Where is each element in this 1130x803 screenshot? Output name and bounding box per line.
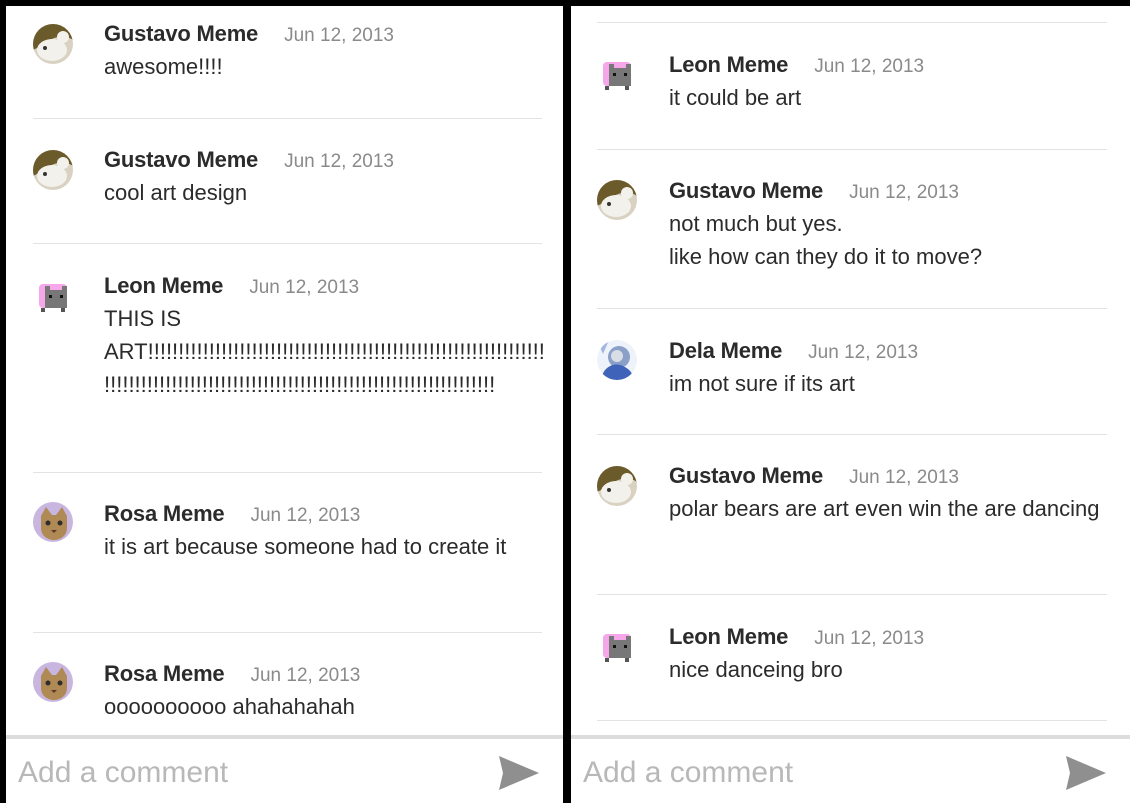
send-icon: [1066, 756, 1106, 790]
polar-bear-avatar[interactable]: [33, 24, 73, 64]
comment-date: Jun 12, 2013: [808, 342, 919, 363]
comment-divider: [33, 118, 542, 119]
polar-bear-avatar[interactable]: [597, 180, 637, 220]
send-button[interactable]: [497, 753, 541, 793]
comment-date: Jun 12, 2013: [250, 665, 361, 686]
comment-text: it is art because someone had to create …: [104, 534, 507, 559]
comment-author[interactable]: Rosa Meme: [104, 661, 225, 686]
comment-date: Jun 12, 2013: [849, 182, 959, 203]
comment-divider: [597, 720, 1107, 721]
add-comment-input[interactable]: [583, 753, 1023, 793]
comment-author[interactable]: Gustavo Meme: [669, 463, 823, 488]
comment-divider: [597, 594, 1107, 595]
comment-text: cool art design: [104, 180, 248, 205]
comment-divider: [33, 472, 542, 473]
send-button[interactable]: [1064, 753, 1108, 793]
comment-author[interactable]: Gustavo Meme: [104, 147, 258, 172]
comment-author[interactable]: Dela Meme: [669, 338, 782, 363]
comment-text: im not sure if its art: [669, 371, 855, 396]
comment-text: polar bears are art even win the are dan…: [669, 496, 1100, 521]
comment-author[interactable]: Gustavo Meme: [669, 178, 823, 203]
comment-text: awesome!!!!: [104, 54, 223, 79]
blue-portrait-avatar[interactable]: [597, 340, 637, 380]
comment-date: Jun 12, 2013: [814, 628, 925, 649]
comments-panel-left: Gustavo Meme Jun 12, 2013 awesome!!!! Gus…: [6, 6, 563, 803]
comment-divider: [597, 149, 1107, 150]
comment-author[interactable]: Leon Meme: [104, 273, 223, 298]
add-comment-input[interactable]: [18, 753, 458, 793]
comment-date: Jun 12, 2013: [814, 56, 925, 77]
comment-text: THIS IS ART!!!!!!!!!!!!!!!!!!!!!!!!!!!!!…: [104, 306, 545, 397]
send-icon: [499, 756, 539, 790]
comment-author[interactable]: Rosa Meme: [104, 501, 225, 526]
comment-divider: [597, 434, 1107, 435]
comment-divider: [33, 632, 542, 633]
comment-list[interactable]: Gustavo Meme Jun 12, 2013 awesome!!!! Gus…: [6, 6, 563, 737]
polar-bear-avatar[interactable]: [597, 466, 637, 506]
comment-divider: [597, 22, 1107, 23]
cat-avatar[interactable]: [33, 662, 73, 702]
comment-divider: [33, 243, 542, 244]
comment-list[interactable]: Leon Meme Jun 12, 2013 it could be art Gu…: [571, 6, 1130, 737]
comment-author[interactable]: Leon Meme: [669, 624, 788, 649]
comment-author[interactable]: Gustavo Meme: [104, 21, 258, 46]
comment-text: oooooooooo ahahahahah: [104, 694, 355, 719]
nyan-cat-avatar[interactable]: [33, 276, 73, 316]
comment-text: not much but yes. like how can they do i…: [669, 211, 983, 269]
polar-bear-avatar[interactable]: [33, 150, 73, 190]
comment-date: Jun 12, 2013: [849, 467, 959, 488]
nyan-cat-avatar[interactable]: [597, 54, 637, 94]
comment-text: nice danceing bro: [669, 657, 843, 682]
comment-date: Jun 12, 2013: [284, 151, 394, 172]
comment-composer: [6, 735, 563, 803]
comment-date: Jun 12, 2013: [284, 25, 394, 46]
nyan-cat-avatar[interactable]: [597, 626, 637, 666]
comment-divider: [597, 308, 1107, 309]
comment-date: Jun 12, 2013: [249, 277, 360, 298]
comment-author[interactable]: Leon Meme: [669, 52, 788, 77]
cat-avatar[interactable]: [33, 502, 73, 542]
comments-panel-right: Leon Meme Jun 12, 2013 it could be art Gu…: [571, 6, 1130, 803]
comment-composer: [571, 735, 1130, 803]
comment-text: it could be art: [669, 85, 802, 110]
comment-date: Jun 12, 2013: [250, 505, 361, 526]
